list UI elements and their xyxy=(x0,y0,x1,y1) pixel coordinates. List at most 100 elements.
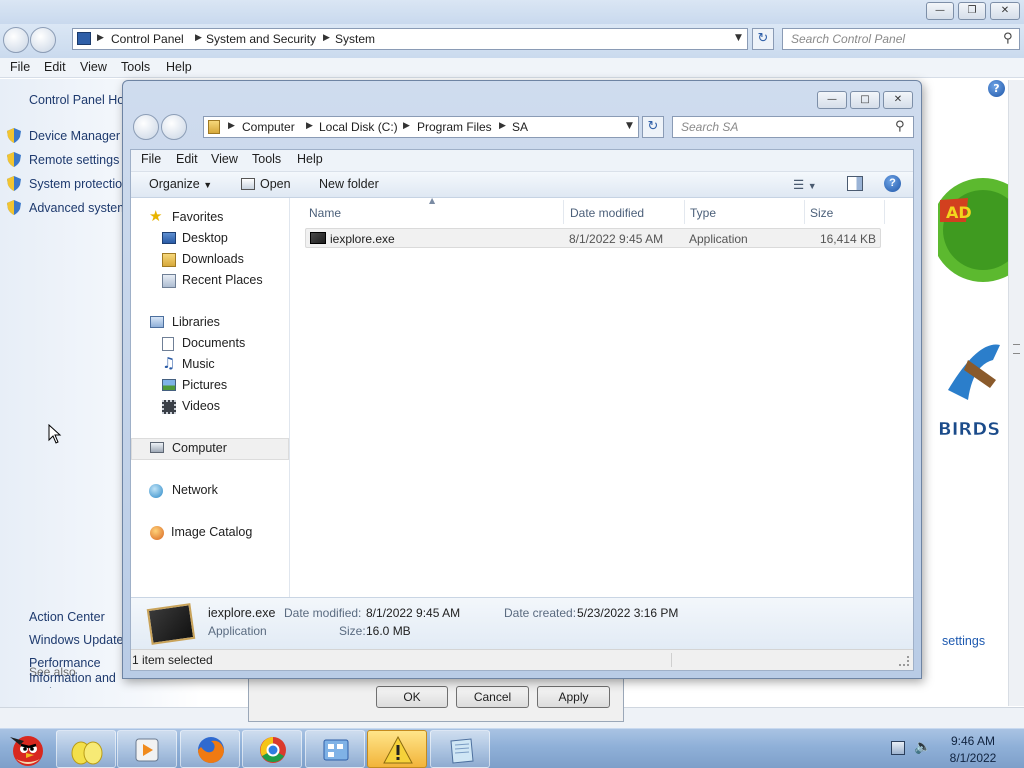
search-icon: ⚲ xyxy=(1003,31,1013,46)
taskbar-firefox[interactable] xyxy=(180,730,240,768)
cp-control-panel-icon xyxy=(77,32,91,45)
cp-refresh-button[interactable]: ↻ xyxy=(752,28,774,50)
taskbar-libraries[interactable] xyxy=(56,730,116,768)
apply-button[interactable]: Apply xyxy=(537,686,610,708)
cp-back-button[interactable] xyxy=(3,27,29,53)
resize-grip-icon[interactable] xyxy=(899,656,909,666)
nav-recent-places-label: Recent Places xyxy=(182,273,263,287)
column-divider[interactable] xyxy=(563,200,564,224)
cp-performance-link[interactable]: Performance Information and Tools xyxy=(29,656,121,688)
column-name[interactable]: Name xyxy=(309,206,341,220)
notepad-icon xyxy=(450,738,474,764)
detail-modified-label: Date modified: xyxy=(284,606,362,620)
help-icon[interactable]: ? xyxy=(988,80,1005,97)
sort-arrow-icon: ▲ xyxy=(429,196,436,205)
ex-menu-edit[interactable]: Edit xyxy=(176,152,198,166)
cp-action-center-link[interactable]: Action Center xyxy=(29,610,105,624)
nav-videos-label: Videos xyxy=(182,399,220,413)
nav-desktop[interactable]: Desktop xyxy=(131,229,289,249)
help-icon[interactable]: ? xyxy=(884,175,901,192)
cp-menu-view[interactable]: View xyxy=(80,60,107,74)
desktop-icon xyxy=(162,232,176,244)
clock-time[interactable]: 9:46 AM xyxy=(938,734,1008,748)
nav-favorites[interactable]: ★ Favorites xyxy=(131,208,289,228)
cp-task-device-manager[interactable]: Device Manager xyxy=(29,129,120,143)
nav-libraries[interactable]: Libraries xyxy=(131,313,289,333)
nav-recent-places[interactable]: Recent Places xyxy=(131,271,289,291)
ex-maximize-button[interactable]: □ xyxy=(850,91,880,109)
cp-address-bar[interactable]: ▶ Control Panel ▶ System and Security ▶ … xyxy=(72,28,748,50)
column-divider[interactable] xyxy=(804,200,805,224)
downloads-folder-icon xyxy=(162,253,176,267)
cp-task-remote-settings[interactable]: Remote settings xyxy=(29,153,119,167)
ex-breadcrumb-computer[interactable]: Computer xyxy=(242,120,295,134)
cp-breadcrumb-1[interactable]: Control Panel xyxy=(111,32,184,46)
cancel-button[interactable]: Cancel xyxy=(456,686,529,708)
taskbar-notepad[interactable] xyxy=(430,730,490,768)
cp-breadcrumb-2[interactable]: System and Security xyxy=(206,32,316,46)
open-app-icon xyxy=(241,178,255,190)
nav-image-catalog[interactable]: Image Catalog xyxy=(131,523,289,543)
column-date-modified[interactable]: Date modified xyxy=(570,206,644,220)
ex-breadcrumb-sa[interactable]: SA xyxy=(512,120,528,134)
nav-downloads[interactable]: Downloads xyxy=(131,250,289,270)
column-divider[interactable] xyxy=(684,200,685,224)
cp-menu-file[interactable]: File xyxy=(10,60,30,74)
ex-menu-view[interactable]: View xyxy=(211,152,238,166)
ex-menu-file[interactable]: File xyxy=(141,152,161,166)
cp-menu-help[interactable]: Help xyxy=(166,60,192,74)
file-row-iexplore[interactable]: iexplore.exe 8/1/2022 9:45 AM Applicatio… xyxy=(305,228,881,248)
ex-refresh-button[interactable]: ↻ xyxy=(642,116,664,138)
column-type[interactable]: Type xyxy=(690,206,716,220)
preview-pane-icon[interactable] xyxy=(847,176,863,191)
chevron-down-icon[interactable]: ▼ xyxy=(735,33,742,43)
chevron-down-icon[interactable]: ▼ xyxy=(626,121,633,131)
network-tray-icon[interactable] xyxy=(891,741,905,755)
nav-videos[interactable]: Videos xyxy=(131,397,289,417)
organize-button[interactable]: Organize ▼ xyxy=(149,177,212,191)
ex-breadcrumb-local-disk[interactable]: Local Disk (C:) xyxy=(319,120,398,134)
ex-breadcrumb-program-files[interactable]: Program Files xyxy=(417,120,492,134)
column-divider[interactable] xyxy=(884,200,885,224)
ex-search-input[interactable]: Search SA ⚲ xyxy=(672,116,914,138)
system-properties-dialog: OK Cancel Apply xyxy=(248,676,624,722)
nav-documents[interactable]: Documents xyxy=(131,334,289,354)
nav-pictures[interactable]: Pictures xyxy=(131,376,289,396)
taskbar-media-player[interactable] xyxy=(117,730,177,768)
nav-network[interactable]: Network xyxy=(131,481,289,501)
cp-windows-update-link[interactable]: Windows Update xyxy=(29,633,124,647)
ex-forward-button[interactable] xyxy=(161,114,187,140)
volume-icon[interactable]: 🔈 xyxy=(914,739,931,755)
cp-minimize-button[interactable]: — xyxy=(926,2,954,20)
ex-back-button[interactable] xyxy=(133,114,159,140)
cp-breadcrumb-3[interactable]: System xyxy=(335,32,375,46)
recent-places-icon xyxy=(162,274,176,288)
ex-menu-help[interactable]: Help xyxy=(297,152,323,166)
cp-vertical-scrollbar[interactable] xyxy=(1008,80,1024,706)
column-size[interactable]: Size xyxy=(810,206,833,220)
cp-menu-tools[interactable]: Tools xyxy=(121,60,150,74)
ex-menu-tools[interactable]: Tools xyxy=(252,152,281,166)
new-folder-button[interactable]: New folder xyxy=(319,177,379,191)
open-button[interactable]: Open xyxy=(241,177,291,191)
taskbar-chrome[interactable] xyxy=(242,730,302,768)
start-button[interactable] xyxy=(2,729,52,768)
detail-file-type: Application xyxy=(208,624,267,638)
nav-computer[interactable]: Computer xyxy=(131,438,289,460)
taskbar-control-panel[interactable] xyxy=(305,730,365,768)
ex-close-button[interactable]: ✕ xyxy=(883,91,913,109)
nav-music[interactable]: ♫ Music xyxy=(131,355,289,375)
taskbar-warning-app[interactable] xyxy=(367,730,427,768)
cp-menu-edit[interactable]: Edit xyxy=(44,60,66,74)
cp-forward-button[interactable] xyxy=(30,27,56,53)
cp-task-system-protection[interactable]: System protection xyxy=(29,177,129,191)
clock-date[interactable]: 8/1/2022 xyxy=(938,751,1008,765)
cp-restore-button[interactable]: ❐ xyxy=(958,2,986,20)
ok-button[interactable]: OK xyxy=(376,686,448,708)
ex-address-bar[interactable]: ▶ Computer ▶ Local Disk (C:) ▶ Program F… xyxy=(203,116,639,138)
ex-minimize-button[interactable]: — xyxy=(817,91,847,109)
cp-close-button[interactable]: ✕ xyxy=(990,2,1020,20)
cp-search-input[interactable]: Search Control Panel ⚲ xyxy=(782,28,1020,50)
cp-change-settings-link[interactable]: settings xyxy=(942,634,985,648)
view-options-icon[interactable]: ☰ ▼ xyxy=(793,177,817,192)
